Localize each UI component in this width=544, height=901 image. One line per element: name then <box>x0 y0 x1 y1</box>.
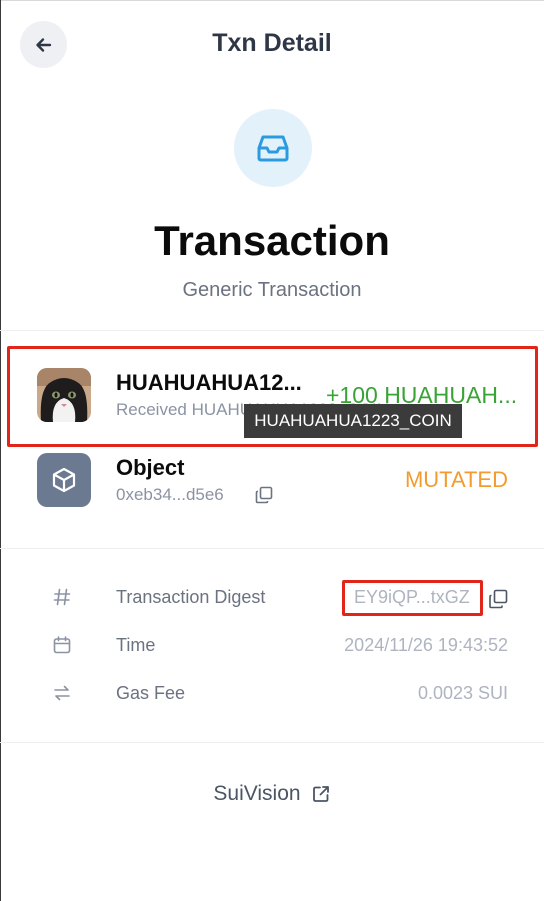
highlight-box <box>342 580 483 616</box>
transaction-type-badge <box>234 109 312 187</box>
copy-icon[interactable] <box>254 485 274 505</box>
divider <box>0 742 544 743</box>
detail-label: Time <box>116 635 156 655</box>
page-title: Txn Detail <box>212 29 332 57</box>
object-change-row: Object 0xeb34...d5e6 MUTATED <box>0 450 544 530</box>
object-status-badge: MUTATED <box>404 467 508 492</box>
divider <box>0 330 544 331</box>
detail-label: Gas Fee <box>116 683 186 703</box>
detail-label: Transaction Digest <box>116 587 266 607</box>
copy-icon[interactable] <box>487 588 509 610</box>
calendar-icon <box>52 634 72 656</box>
detail-row-time: Time 2024/11/26 19:43:52 <box>0 626 544 666</box>
object-id: 0xeb34...d5e6 <box>116 485 224 504</box>
suivision-link-label: SuiVision <box>213 782 301 805</box>
object-title: Object <box>116 455 185 480</box>
header: Txn Detail <box>0 0 544 88</box>
detail-value: 0.0023 SUI <box>417 683 508 703</box>
external-link-icon <box>312 786 329 802</box>
detail-row-gas: Gas Fee 0.0023 SUI <box>0 674 544 714</box>
txn-detail-page: Txn Detail Transaction Generic Transacti… <box>0 0 544 901</box>
inbox-icon <box>257 135 289 162</box>
transaction-type-label: Generic Transaction <box>182 279 362 301</box>
hash-icon <box>52 586 72 608</box>
cube-icon <box>52 467 76 493</box>
detail-value: 2024/11/26 19:43:52 <box>344 635 508 655</box>
divider <box>0 548 544 549</box>
transaction-heading: Transaction <box>154 217 390 264</box>
highlight-box <box>7 346 538 447</box>
swap-icon <box>52 682 72 704</box>
object-avatar <box>37 453 91 507</box>
suivision-link[interactable]: SuiVision <box>0 782 544 806</box>
